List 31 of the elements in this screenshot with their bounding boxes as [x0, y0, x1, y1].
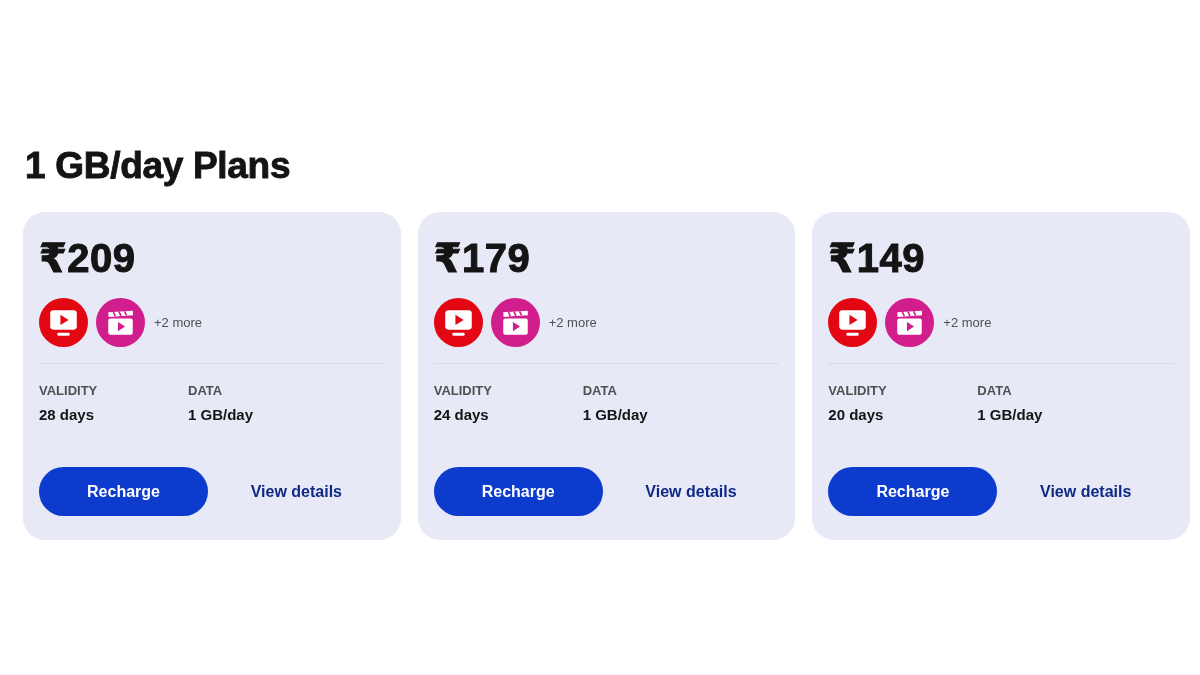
detail-label: VALIDITY — [39, 382, 99, 400]
detail-value: 20 days — [828, 405, 885, 424]
plan-price: ₹209 — [39, 236, 137, 280]
detail-label: VALIDITY — [433, 382, 493, 400]
detail-label: DATA — [582, 382, 618, 400]
clapperboard-icon — [490, 298, 540, 347]
plan-price: ₹149 — [828, 236, 926, 280]
detail-value: 24 days — [433, 405, 490, 424]
view-details-link[interactable]: View details — [1040, 482, 1132, 500]
tv-play-icon — [39, 298, 88, 347]
detail-value: 1 GB/day — [582, 405, 648, 424]
more-apps-text: +2 more — [548, 313, 597, 332]
detail-label: DATA — [977, 382, 1013, 400]
recharge-button[interactable]: Recharge — [828, 467, 998, 516]
view-details-link[interactable]: View details — [250, 482, 342, 500]
recharge-button[interactable]: Recharge — [433, 467, 603, 516]
more-apps-text: +2 more — [943, 313, 992, 332]
view-details-link[interactable]: View details — [645, 482, 737, 500]
more-apps-text: +2 more — [154, 313, 203, 332]
detail-value: 1 GB/day — [977, 405, 1043, 424]
plan-price: ₹179 — [433, 236, 532, 280]
clapperboard-icon — [96, 298, 145, 347]
detail-value: 1 GB/day — [188, 405, 254, 424]
detail-label: DATA — [188, 382, 224, 400]
detail-value: 28 days — [39, 405, 96, 424]
clapperboard-icon — [885, 298, 935, 347]
section-heading: 1 GB/day Plans — [25, 144, 292, 188]
tv-play-icon — [433, 298, 483, 347]
recharge-button[interactable]: Recharge — [39, 467, 208, 516]
tv-play-icon — [828, 298, 878, 347]
detail-label: VALIDITY — [828, 382, 888, 400]
